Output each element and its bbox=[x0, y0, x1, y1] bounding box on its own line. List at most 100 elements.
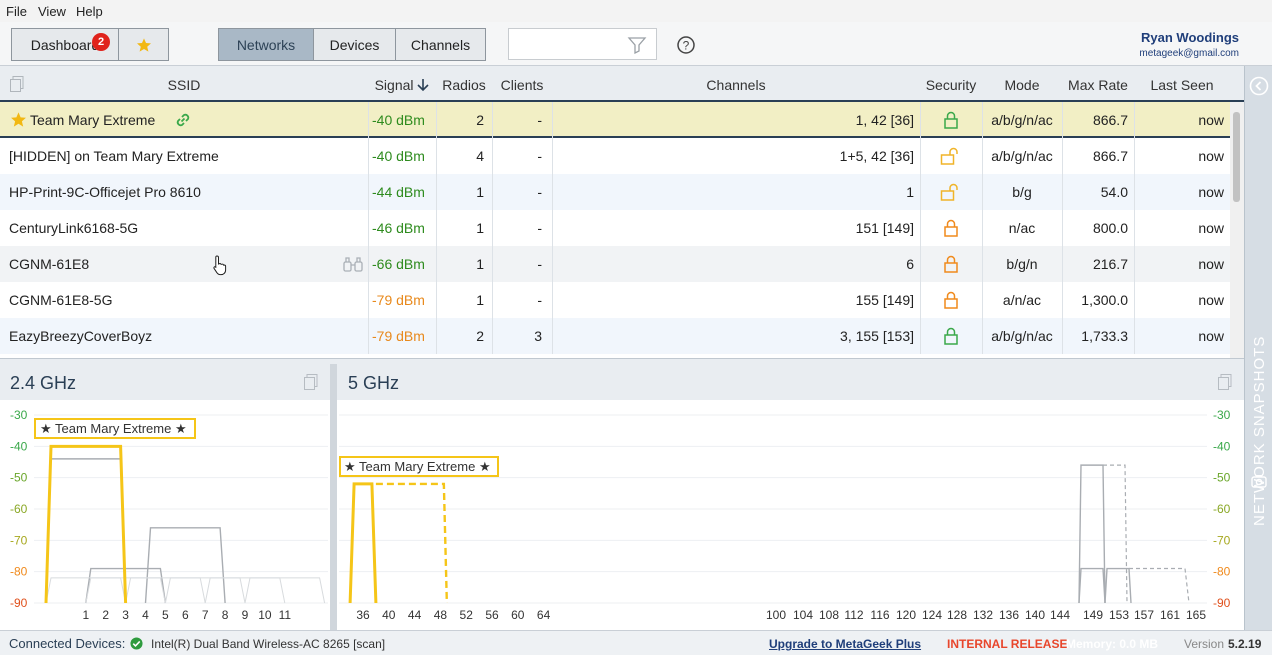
mode-cell: b/g/n bbox=[1006, 256, 1038, 272]
radios-cell: 2 bbox=[476, 112, 484, 128]
y-tick-label: -60 bbox=[1213, 502, 1231, 516]
last-seen-cell: now bbox=[1198, 328, 1224, 344]
ssid-cell: CenturyLink6168-5G bbox=[9, 220, 139, 236]
graph-5ghz[interactable]: -30 -40 -50 -60 -70 -80 -90 36 40 44 48 52 56 60 64 100… bbox=[337, 400, 1244, 630]
table-row[interactable]: CGNM-61E8 -66 dBm 1 - 6 b/g/n 216.7 now bbox=[0, 246, 1230, 282]
column-divider bbox=[920, 102, 921, 138]
last-seen-cell: now bbox=[1198, 220, 1224, 236]
x-tick-label: 36 bbox=[356, 608, 370, 622]
header-security[interactable]: Security bbox=[920, 77, 982, 93]
header-signal-label: Signal bbox=[374, 77, 414, 93]
signal-cell: -79 dBm bbox=[372, 328, 425, 344]
ssid-cell: [HIDDEN] on Team Mary Extreme bbox=[9, 148, 219, 164]
menu-file[interactable]: File bbox=[6, 4, 27, 19]
menu-view[interactable]: View bbox=[38, 4, 66, 19]
header-radios[interactable]: Radios bbox=[436, 77, 492, 93]
x-tick-label: 128 bbox=[947, 608, 967, 622]
link-icon[interactable] bbox=[174, 111, 192, 129]
x-tick-label: 149 bbox=[1083, 608, 1103, 622]
hand-cursor-icon bbox=[213, 255, 227, 276]
x-tick-label: 161 bbox=[1160, 608, 1180, 622]
channels-cell: 1, 42 [36] bbox=[855, 112, 914, 128]
graphs-splitter[interactable] bbox=[330, 364, 337, 630]
table-row[interactable]: [HIDDEN] on Team Mary Extreme -40 dBm 4 - 1+… bbox=[0, 138, 1230, 174]
x-tick-label: 48 bbox=[434, 608, 448, 622]
column-divider bbox=[368, 102, 369, 138]
column-divider bbox=[368, 246, 369, 282]
table-row[interactable]: CenturyLink6168-5G -46 dBm 1 - 151 [149] n/ac… bbox=[0, 210, 1230, 246]
star-icon bbox=[136, 37, 151, 52]
table-row[interactable]: HP-Print-9C-Officejet Pro 8610 -44 dBm 1 - 1… bbox=[0, 174, 1230, 210]
radios-cell: 4 bbox=[476, 148, 484, 164]
user-email: metageek@gmail.com bbox=[1139, 48, 1239, 59]
table-row[interactable]: Team Mary Extreme -40 dBm 2 - 1, 42 [36] a/b/… bbox=[0, 102, 1230, 138]
channels-cell: 155 [149] bbox=[855, 292, 914, 308]
camera-icon[interactable] bbox=[1251, 474, 1267, 488]
help-icon[interactable]: ? bbox=[676, 35, 696, 55]
filter-input[interactable] bbox=[508, 28, 657, 60]
graph24-copy-icon[interactable] bbox=[304, 374, 318, 390]
column-divider bbox=[368, 318, 369, 354]
menu-help[interactable]: Help bbox=[76, 4, 103, 19]
x-tick-label: 56 bbox=[485, 608, 499, 622]
binoculars-icon[interactable] bbox=[343, 256, 363, 272]
radios-cell: 1 bbox=[476, 184, 484, 200]
column-divider bbox=[920, 246, 921, 282]
mode-cell: n/ac bbox=[1008, 220, 1036, 236]
mode-cell: a/b/g/n/ac bbox=[991, 148, 1053, 164]
tab-channels[interactable]: Channels bbox=[395, 28, 486, 61]
mode-cell: a/b/g/n/ac bbox=[991, 328, 1053, 344]
header-mode[interactable]: Mode bbox=[982, 77, 1062, 93]
x-tick-label: 3 bbox=[122, 608, 129, 622]
table-scroll-thumb[interactable] bbox=[1233, 112, 1240, 202]
max-rate-cell: 1,733.3 bbox=[1081, 328, 1128, 344]
header-last-seen[interactable]: Last Seen bbox=[1134, 77, 1230, 93]
y-tick-label: -40 bbox=[1213, 439, 1231, 453]
last-seen-cell: now bbox=[1198, 148, 1224, 164]
y-tick-label: -60 bbox=[10, 502, 28, 516]
channels-cell: 1 bbox=[906, 184, 914, 200]
x-tick-label: 112 bbox=[844, 608, 863, 622]
channels-cell: 1+5, 42 [36] bbox=[839, 148, 914, 164]
header-max-rate[interactable]: Max Rate bbox=[1062, 77, 1134, 93]
tab-networks[interactable]: Networks bbox=[218, 28, 314, 61]
y-tick-label: -70 bbox=[1213, 533, 1231, 547]
upgrade-link[interactable]: Upgrade to MetaGeek Plus bbox=[769, 637, 921, 651]
x-tick-label: 9 bbox=[242, 608, 249, 622]
column-divider bbox=[920, 138, 921, 174]
mode-cell: a/n/ac bbox=[1002, 292, 1042, 308]
adapter-name[interactable]: Intel(R) Dual Band Wireless-AC 8265 [sca… bbox=[151, 637, 385, 651]
clients-cell: - bbox=[537, 292, 542, 308]
x-tick-label: 132 bbox=[973, 608, 993, 622]
channels-cell: 151 [149] bbox=[855, 220, 914, 236]
y-tick-label: -90 bbox=[10, 596, 28, 610]
max-rate-cell: 216.7 bbox=[1092, 256, 1128, 272]
lock-icon bbox=[943, 327, 959, 348]
table-row[interactable]: EazyBreezyCoverBoyz -79 dBm 2 3 3, 155 [153]… bbox=[0, 318, 1230, 354]
header-ssid[interactable]: SSID bbox=[0, 77, 368, 93]
y-tick-label: -30 bbox=[1213, 408, 1231, 422]
graph5-copy-icon[interactable] bbox=[1218, 374, 1232, 390]
header-clients[interactable]: Clients bbox=[492, 77, 552, 93]
filter-icon[interactable] bbox=[627, 35, 647, 55]
last-seen-cell: now bbox=[1198, 112, 1224, 128]
x-tick-label: 5 bbox=[162, 608, 169, 622]
table-row[interactable]: CGNM-61E8-5G -79 dBm 1 - 155 [149] a/n/ac 1,30… bbox=[0, 282, 1230, 318]
user-name[interactable]: Ryan Woodings bbox=[1141, 30, 1239, 45]
header-channels[interactable]: Channels bbox=[552, 77, 920, 93]
header-signal[interactable]: Signal bbox=[368, 77, 436, 93]
tab-channels-label: Channels bbox=[410, 36, 471, 53]
tab-devices[interactable]: Devices bbox=[313, 28, 396, 61]
graph-24ghz[interactable]: -30 -40 -50 -60 -70 -80 -90 1 2 3 4 5 6 7 8 9 10 11 ★ Team… bbox=[0, 400, 330, 630]
signal-cell: -46 dBm bbox=[372, 220, 425, 236]
menu-bar: File View Help bbox=[0, 0, 1272, 22]
last-seen-cell: now bbox=[1198, 184, 1224, 200]
ssid-cell: HP-Print-9C-Officejet Pro 8610 bbox=[9, 184, 201, 200]
snapshots-panel[interactable]: NETWORK SNAPSHOTS bbox=[1244, 66, 1272, 630]
star-icon[interactable] bbox=[10, 111, 27, 128]
x-tick-label: 8 bbox=[222, 608, 229, 622]
favorites-button[interactable] bbox=[118, 28, 169, 61]
collapse-left-icon[interactable] bbox=[1249, 76, 1269, 96]
x-tick-label: 124 bbox=[922, 608, 942, 622]
clients-cell: 3 bbox=[534, 328, 542, 344]
